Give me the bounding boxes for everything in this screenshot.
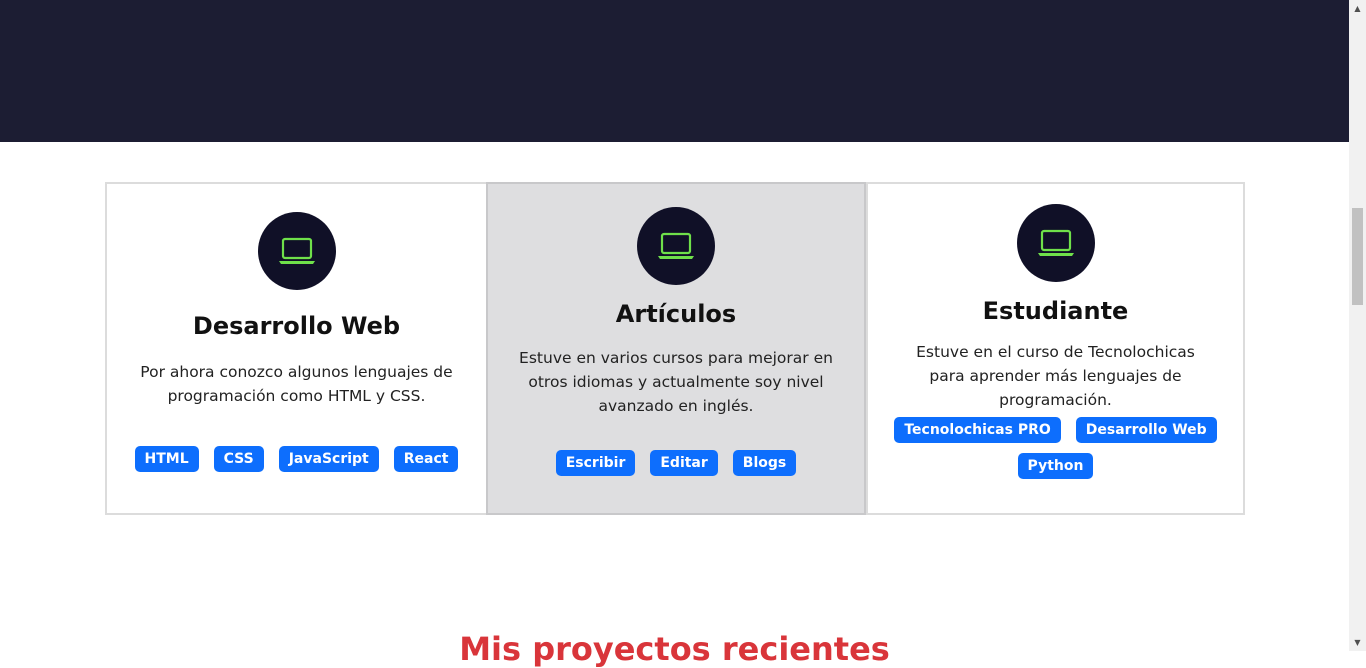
tag-list: HTML CSS JavaScript React bbox=[127, 446, 466, 472]
card-articulos: Artículos Estuve en varios cursos para m… bbox=[486, 182, 866, 515]
tag-list: Escribir Editar Blogs bbox=[508, 450, 844, 476]
tag-editar[interactable]: Editar bbox=[650, 450, 718, 476]
laptop-icon bbox=[257, 212, 336, 290]
chevron-down-icon[interactable]: ▼ bbox=[1349, 634, 1366, 651]
chevron-up-icon[interactable]: ▲ bbox=[1349, 0, 1366, 17]
card-desarrollo-web: Desarrollo Web Por ahora conozco algunos… bbox=[107, 184, 486, 513]
card-title: Artículos bbox=[615, 300, 737, 328]
scrollbar-thumb[interactable] bbox=[1352, 208, 1363, 305]
tag-list: Tecnolochicas PRO Desarrollo Web Python bbox=[888, 417, 1223, 479]
card-title: Desarrollo Web bbox=[192, 312, 401, 340]
card-title: Estudiante bbox=[982, 297, 1129, 325]
services-cards: Desarrollo Web Por ahora conozco algunos… bbox=[105, 182, 1245, 515]
section-title: Mis proyectos recientes bbox=[459, 630, 890, 668]
tag-javascript[interactable]: JavaScript bbox=[278, 446, 379, 472]
tag-html[interactable]: HTML bbox=[134, 446, 199, 472]
hero-banner bbox=[0, 0, 1349, 142]
card-description: Estuve en el curso de Tecnolochicas para… bbox=[916, 343, 1195, 409]
card-description: Estuve en varios cursos para mejorar en … bbox=[519, 349, 833, 415]
tag-blogs[interactable]: Blogs bbox=[732, 450, 797, 476]
vertical-scrollbar[interactable]: ▲ ▼ bbox=[1349, 0, 1366, 651]
tag-python[interactable]: Python bbox=[1017, 453, 1094, 479]
laptop-icon bbox=[1016, 204, 1095, 282]
tag-desarrollo-web[interactable]: Desarrollo Web bbox=[1075, 417, 1217, 443]
tag-escribir[interactable]: Escribir bbox=[555, 450, 636, 476]
card-estudiante: Estudiante Estuve en el curso de Tecnolo… bbox=[866, 184, 1243, 513]
tag-react[interactable]: React bbox=[393, 446, 459, 472]
tag-tecnolochicas-pro[interactable]: Tecnolochicas PRO bbox=[894, 417, 1061, 443]
card-description: Por ahora conozco algunos lenguajes de p… bbox=[140, 363, 453, 405]
laptop-icon bbox=[637, 207, 715, 285]
tag-css[interactable]: CSS bbox=[213, 446, 264, 472]
